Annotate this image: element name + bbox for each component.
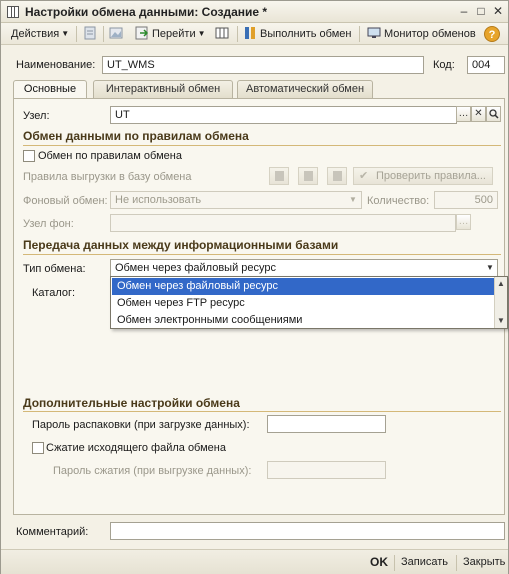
check-rules-label: Проверить правила... (376, 170, 486, 182)
section-divider (23, 145, 501, 146)
folder-icon (275, 171, 284, 181)
exchange-type-select[interactable]: Обмен через файловый ресурс (110, 259, 498, 277)
ok-button[interactable]: OK (370, 555, 388, 569)
toolbar: Действия ▼ Перейти ▼ Выполнить обмен Монит… (1, 23, 508, 45)
compress-checkbox[interactable] (32, 442, 44, 454)
toolbar-divider (456, 555, 457, 571)
columns-button[interactable] (215, 26, 232, 42)
search-icon (488, 109, 499, 119)
toolbar-divider (359, 26, 360, 42)
bg-exchange-field[interactable]: Не использовать (110, 191, 362, 209)
toolbar-divider (103, 26, 104, 42)
check-rules-button[interactable]: ✔ Проверить правила... (353, 167, 493, 185)
view-icon (333, 171, 342, 181)
document-icon (84, 26, 96, 40)
quantity-field[interactable]: 500 (434, 191, 498, 209)
compress-label: Сжатие исходящего файла обмена (46, 442, 226, 454)
catalog-label: Каталог: (32, 287, 76, 299)
bg-exchange-label: Фоновый обмен: (23, 195, 108, 207)
close-button[interactable]: Закрыть (463, 556, 505, 568)
table-icon (7, 6, 19, 18)
bg-node-field[interactable] (110, 214, 456, 232)
upload-rules-label: Правила выгрузки в базу обмена (23, 171, 192, 183)
compress-password-label: Пароль сжатия (при выгрузке данных): (53, 465, 252, 477)
view-rules-button[interactable] (327, 167, 347, 185)
code-label: Код: (433, 59, 455, 71)
bg-node-label: Узел фон: (23, 218, 74, 230)
actions-label: Действия (11, 28, 60, 40)
exchange-monitor-label: Монитор обменов (384, 28, 476, 40)
unpack-password-label: Пароль распаковки (при загрузке данных): (32, 419, 250, 431)
toolbar-divider (76, 26, 77, 42)
node-label: Узел: (23, 110, 50, 122)
toolbar-divider (394, 555, 395, 571)
comment-label: Комментарий: (16, 526, 89, 538)
toolbar-divider (237, 26, 238, 42)
new-doc-button[interactable] (83, 26, 100, 42)
name-label: Наименование: (16, 59, 96, 71)
save-button[interactable]: Записать (401, 556, 448, 568)
rules-section-title: Обмен данными по правилам обмена (23, 129, 249, 143)
rules-exchange-label: Обмен по правилам обмена (38, 150, 182, 162)
code-field[interactable]: 004 (467, 56, 505, 74)
exchange-type-label: Тип обмена: (23, 263, 86, 275)
exchange-monitor-button[interactable]: Монитор обменов (367, 26, 476, 42)
tab-main[interactable]: Основные (13, 80, 87, 100)
chevron-up-icon[interactable]: ▲ (497, 279, 505, 288)
save-icon (304, 171, 313, 181)
chevron-down-icon[interactable]: ▼ (497, 316, 505, 325)
bottom-bar: OK Записать Закрыть (1, 549, 508, 574)
load-rules-button[interactable] (269, 167, 289, 185)
chevron-down-icon: ▼ (197, 29, 206, 38)
unpack-password-field[interactable] (267, 415, 386, 433)
bg-node-select-button[interactable]: … (456, 214, 471, 230)
monitor-icon (367, 27, 381, 38)
window-title: Настройки обмена данными: Создание * (25, 5, 268, 19)
settings-window: Настройки обмена данными: Создание * – □… (0, 0, 509, 574)
chevron-down-icon[interactable]: ▼ (483, 260, 497, 276)
dropdown-option[interactable]: Обмен электронными сообщениями (112, 312, 494, 329)
save-rules-button[interactable] (298, 167, 318, 185)
goto-icon (135, 26, 149, 40)
execute-exchange-button[interactable]: Выполнить обмен (243, 26, 351, 42)
rules-exchange-checkbox[interactable] (23, 150, 35, 162)
comment-field[interactable] (110, 522, 505, 540)
node-field[interactable]: UT (110, 106, 457, 124)
help-icon[interactable]: ? (484, 26, 500, 42)
tab-interactive-exchange[interactable]: Интерактивный обмен (93, 80, 233, 99)
check-icon: ✔ (359, 170, 369, 182)
extra-section-title: Дополнительные настройки обмена (23, 396, 240, 410)
maximize-button[interactable]: □ (474, 4, 488, 18)
image-icon (109, 27, 123, 39)
ellipsis-icon: … (458, 108, 469, 119)
section-divider (23, 411, 501, 412)
node-clear-button[interactable]: ✕ (471, 106, 486, 122)
node-open-button[interactable] (486, 106, 501, 122)
close-window-button[interactable]: ✕ (491, 4, 505, 18)
dropdown-option[interactable]: Обмен через файловый ресурс (112, 278, 494, 295)
tab-automatic-exchange[interactable]: Автоматический обмен (237, 80, 373, 99)
actions-menu[interactable]: Действия ▼ (11, 26, 69, 42)
chevron-down-icon: ▼ (349, 195, 357, 204)
transfer-section-title: Передача данных между информационными ба… (23, 238, 339, 252)
exchange-type-dropdown: Обмен через файловый ресурс Обмен через … (110, 276, 508, 329)
exchange-icon (245, 27, 255, 39)
quantity-label: Количество: (367, 195, 430, 207)
goto-menu[interactable]: Перейти ▼ (135, 26, 206, 42)
close-icon: ✕ (474, 108, 483, 119)
node-select-button[interactable]: … (456, 106, 471, 122)
name-field[interactable]: UT_WMS (102, 56, 424, 74)
dropdown-scrollbar[interactable]: ▲ ▼ (494, 277, 507, 328)
picture-button[interactable] (109, 26, 126, 42)
section-divider (23, 254, 501, 255)
columns-icon (215, 27, 229, 39)
execute-exchange-label: Выполнить обмен (260, 28, 352, 40)
title-bar: Настройки обмена данными: Создание * – □… (1, 1, 508, 23)
dropdown-option[interactable]: Обмен через FTP ресурс (112, 295, 494, 312)
minimize-button[interactable]: – (457, 4, 471, 18)
compress-password-field[interactable] (267, 461, 386, 479)
goto-label: Перейти (152, 28, 196, 40)
ellipsis-icon: … (458, 216, 469, 227)
chevron-down-icon: ▼ (61, 29, 70, 38)
